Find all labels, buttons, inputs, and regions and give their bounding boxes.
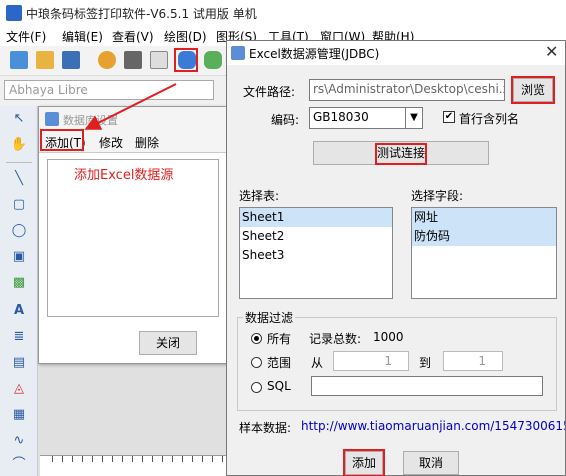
encoding-label: 编码: xyxy=(271,113,300,127)
close-icon[interactable]: ✕ xyxy=(545,42,558,61)
range-label: 范围 xyxy=(267,356,292,370)
list-item[interactable]: Sheet1 xyxy=(240,208,392,227)
filter-label: 数据过滤 xyxy=(243,309,296,326)
encoding-select[interactable]: GB18030 xyxy=(309,107,409,129)
tables-label: 选择表: xyxy=(239,189,280,203)
arrow-to-add xyxy=(84,83,177,130)
path-label: 文件路径: xyxy=(243,85,296,99)
sql-label: SQL xyxy=(267,379,291,393)
table-list[interactable]: Sheet1 Sheet2 Sheet3 xyxy=(239,207,393,299)
test-highlight xyxy=(375,143,427,165)
excel-dialog-title: Excel数据源管理(JDBC) xyxy=(249,47,380,61)
excel-title-bar: Excel数据源管理(JDBC) ✕ xyxy=(227,41,565,65)
list-item[interactable]: Sheet2 xyxy=(240,227,392,246)
count-label: 记录总数: xyxy=(309,332,362,346)
list-item[interactable]: 防伪码 xyxy=(412,227,556,246)
field-list[interactable]: 网址 防伪码 xyxy=(411,207,557,299)
to-label: 到 xyxy=(419,356,432,370)
add-button-highlight xyxy=(343,449,385,476)
all-label: 所有 xyxy=(267,332,292,346)
database-icon xyxy=(231,46,245,60)
sql-input[interactable] xyxy=(311,376,543,396)
chevron-down-icon[interactable]: ▼ xyxy=(405,107,423,129)
filter-range-radio[interactable] xyxy=(251,357,262,368)
list-item[interactable]: 网址 xyxy=(412,208,556,227)
excel-datasource-dialog: Excel数据源管理(JDBC) ✕ 文件路径: rs\Administrato… xyxy=(226,40,566,476)
sample-label: 样本数据: xyxy=(239,421,292,435)
sample-value: http://www.tiaomaruanjian.com/1547300615… xyxy=(301,419,565,433)
filter-sql-radio[interactable] xyxy=(251,382,262,393)
browse-highlight xyxy=(511,76,555,104)
count-value: 1000 xyxy=(373,330,404,344)
to-stepper[interactable]: 1 xyxy=(443,351,503,371)
filter-all-radio[interactable] xyxy=(251,333,262,344)
file-path-input[interactable]: rs\Administrator\Desktop\ceshi.xls xyxy=(309,79,505,101)
header-row-label: 首行含列名 xyxy=(459,112,520,126)
fields-label: 选择字段: xyxy=(411,189,464,203)
header-row-checkbox[interactable]: ✔ xyxy=(443,111,455,123)
from-label: 从 xyxy=(311,356,324,370)
cancel-button[interactable]: 取消 xyxy=(403,451,459,475)
list-item[interactable]: Sheet3 xyxy=(240,246,392,265)
from-stepper[interactable]: 1 xyxy=(333,351,409,371)
